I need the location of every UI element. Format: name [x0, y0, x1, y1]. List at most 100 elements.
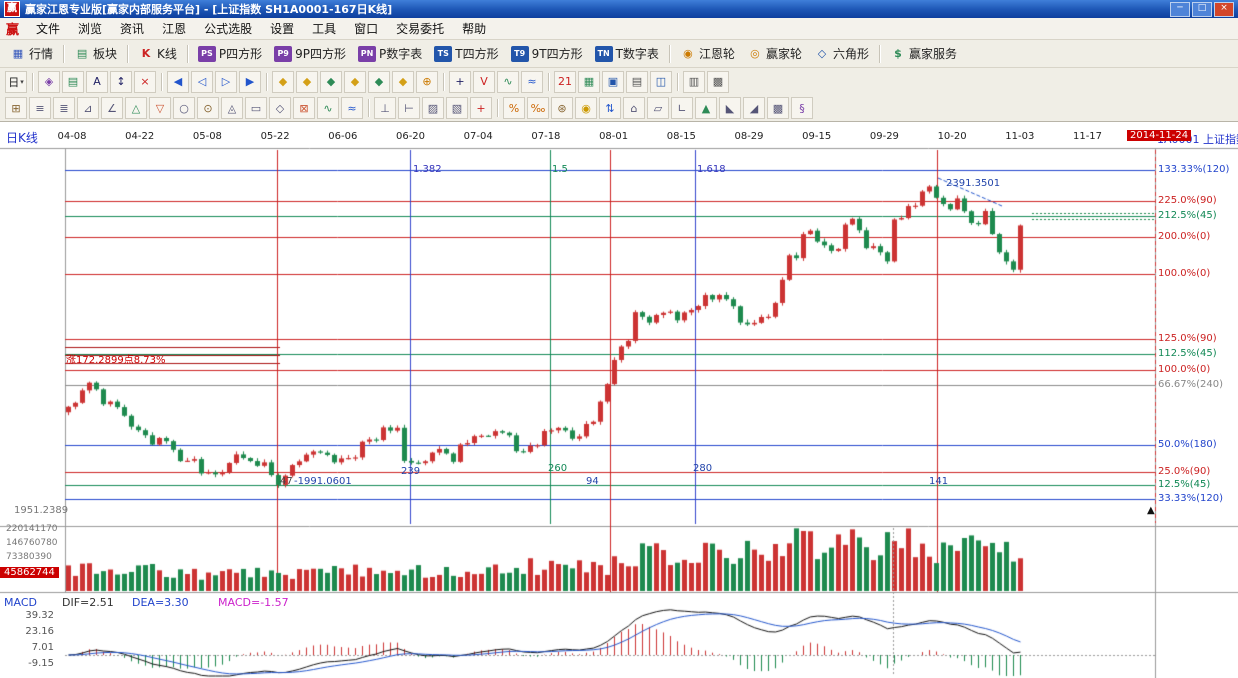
- circle-dot-button[interactable]: ⊙: [197, 97, 219, 119]
- double-line-button[interactable]: ≡: [29, 97, 51, 119]
- multi-line-button[interactable]: ≣: [53, 97, 75, 119]
- v-marker-button[interactable]: V: [473, 71, 495, 93]
- info-panel-button[interactable]: ▤: [62, 71, 84, 93]
- nav-last-button[interactable]: ▶: [239, 71, 261, 93]
- t-number-table-button[interactable]: TNT数字表: [589, 42, 665, 65]
- menu-item-settings[interactable]: 设置: [261, 18, 303, 39]
- sectors-button[interactable]: ▤板块: [68, 42, 123, 65]
- solid-triangle-button[interactable]: ▲: [695, 97, 717, 119]
- scale-adjust-button[interactable]: ↕: [110, 71, 132, 93]
- layout-grid-button[interactable]: ▩: [707, 71, 729, 93]
- permille-tool-button[interactable]: ‰: [527, 97, 549, 119]
- wave-line-button[interactable]: ∿: [317, 97, 339, 119]
- close-button[interactable]: ×: [1214, 2, 1234, 17]
- rectangle-tool-button[interactable]: ▭: [245, 97, 267, 119]
- p-number-table-icon: PN: [358, 46, 376, 62]
- kline-button[interactable]: KK线: [132, 42, 183, 65]
- home-shape-button[interactable]: ⌂: [623, 97, 645, 119]
- gann-diamond-3-icon: ◆: [327, 75, 335, 88]
- box-x-button[interactable]: ⊠: [293, 97, 315, 119]
- gann-diamond-4-icon: ◆: [351, 75, 359, 88]
- gann-diamond-6-button[interactable]: ◆: [392, 71, 414, 93]
- diamond-shape-button[interactable]: ◇: [269, 97, 291, 119]
- layout-split-button[interactable]: ▥: [683, 71, 705, 93]
- gann-circle-button[interactable]: ⊕: [416, 71, 438, 93]
- menu-item-gann[interactable]: 江恩: [153, 18, 195, 39]
- right-angle-button[interactable]: ∟: [671, 97, 693, 119]
- quotes-button[interactable]: ▦行情: [4, 42, 59, 65]
- nav-next-button[interactable]: ▷: [215, 71, 237, 93]
- gann-diamond-5-icon: ◆: [375, 75, 383, 88]
- plus-tool-button[interactable]: +: [470, 97, 492, 119]
- shade-right-button[interactable]: ▧: [446, 97, 468, 119]
- corner-left-button[interactable]: ◣: [719, 97, 741, 119]
- t-square-button[interactable]: TST四方形: [428, 42, 504, 65]
- p-square-button[interactable]: PSP四方形: [192, 42, 268, 65]
- menu-item-formula-select[interactable]: 公式选股: [195, 18, 261, 39]
- draw-toolbar: ⊞≡≣⊿∠△▽○⊙◬▭◇⊠∿≈ ⊥⊢▨▧+% ‰⊛◉⇅ ⌂ ▱∟▲◣◢▩§: [0, 95, 1238, 122]
- gann-diamond-3-button[interactable]: ◆: [320, 71, 342, 93]
- gann-diamond-1-button[interactable]: ◆: [272, 71, 294, 93]
- menu-item-browse[interactable]: 浏览: [69, 18, 111, 39]
- triangle-down-button[interactable]: ▽: [149, 97, 171, 119]
- monitor-button[interactable]: ▣: [602, 71, 624, 93]
- text-note-button[interactable]: A: [86, 71, 108, 93]
- gann-diamond-5-button[interactable]: ◆: [368, 71, 390, 93]
- triangle-dot-button[interactable]: ◬: [221, 97, 243, 119]
- winner-service-button[interactable]: $赢家服务: [884, 42, 963, 65]
- circle-tool-button[interactable]: ○: [173, 97, 195, 119]
- perpendicular-button[interactable]: ⊥: [374, 97, 396, 119]
- gann-grid-button[interactable]: ⊞: [5, 97, 27, 119]
- section-tool-button[interactable]: §: [791, 97, 813, 119]
- gann-diamond-2-button[interactable]: ◆: [296, 71, 318, 93]
- percent-tool-button[interactable]: %: [503, 97, 525, 119]
- corner-right-button[interactable]: ◢: [743, 97, 765, 119]
- object-properties-button[interactable]: ◈: [38, 71, 60, 93]
- menu-item-file[interactable]: 文件: [27, 18, 69, 39]
- app-logo-icon: 赢: [4, 1, 20, 17]
- maximize-button[interactable]: □: [1192, 2, 1212, 17]
- nav-prev-icon: ◁: [198, 75, 206, 88]
- nav-prev-button[interactable]: ◁: [191, 71, 213, 93]
- menu-item-window[interactable]: 窗口: [345, 18, 387, 39]
- angle-tool-button[interactable]: ∠: [101, 97, 123, 119]
- menu-item-help[interactable]: 帮助: [453, 18, 495, 39]
- gann-diamond-4-button[interactable]: ◆: [344, 71, 366, 93]
- double-wave-button[interactable]: ≈: [341, 97, 363, 119]
- turnstile-button[interactable]: ⊢: [398, 97, 420, 119]
- wave-tool-button[interactable]: ∿: [497, 71, 519, 93]
- hatch-grid-button[interactable]: ▩: [767, 97, 789, 119]
- parallelogram-button[interactable]: ▱: [647, 97, 669, 119]
- p-number-table-button[interactable]: PNP数字表: [352, 42, 428, 65]
- save-layout-button[interactable]: ◫: [650, 71, 672, 93]
- winner-wheel-button[interactable]: ◎赢家轮: [741, 42, 808, 65]
- updown-arrows-button[interactable]: ⇅: [599, 97, 621, 119]
- menu-item-news[interactable]: 资讯: [111, 18, 153, 39]
- notebook-button[interactable]: ▤: [626, 71, 648, 93]
- t9-square-button[interactable]: T99T四方形: [505, 42, 589, 65]
- home-shape-icon: ⌂: [631, 102, 638, 115]
- crosshair-button[interactable]: +: [449, 71, 471, 93]
- nav-first-button[interactable]: ◀: [167, 71, 189, 93]
- star-circle-button[interactable]: ⊛: [551, 97, 573, 119]
- gann-wheel-button[interactable]: ◉江恩轮: [674, 42, 741, 65]
- quote-board-button[interactable]: ▦: [578, 71, 600, 93]
- kline-icon: K: [138, 46, 154, 62]
- menu-item-trade-entrust[interactable]: 交易委托: [387, 18, 453, 39]
- overlay-compare-button[interactable]: ≈: [521, 71, 543, 93]
- delete-object-button[interactable]: ×: [134, 71, 156, 93]
- winner-wheel-label: 赢家轮: [766, 45, 802, 62]
- right-triangle-button[interactable]: ⊿: [77, 97, 99, 119]
- nav-last-icon: ▶: [246, 75, 254, 88]
- triangle-up-button[interactable]: △: [125, 97, 147, 119]
- p9-square-button[interactable]: P99P四方形: [268, 42, 352, 65]
- menu-item-tools[interactable]: 工具: [303, 18, 345, 39]
- hexagon-button[interactable]: ◇六角形: [808, 42, 875, 65]
- period-day-button[interactable]: 日▾: [5, 71, 27, 93]
- shade-left-button[interactable]: ▨: [422, 97, 444, 119]
- layout-split-icon: ▥: [689, 75, 699, 88]
- minimize-button[interactable]: ─: [1170, 2, 1190, 17]
- fisheye-button[interactable]: ◉: [575, 97, 597, 119]
- percent-tool-icon: %: [509, 102, 519, 115]
- calendar-21-button[interactable]: 21: [554, 71, 576, 93]
